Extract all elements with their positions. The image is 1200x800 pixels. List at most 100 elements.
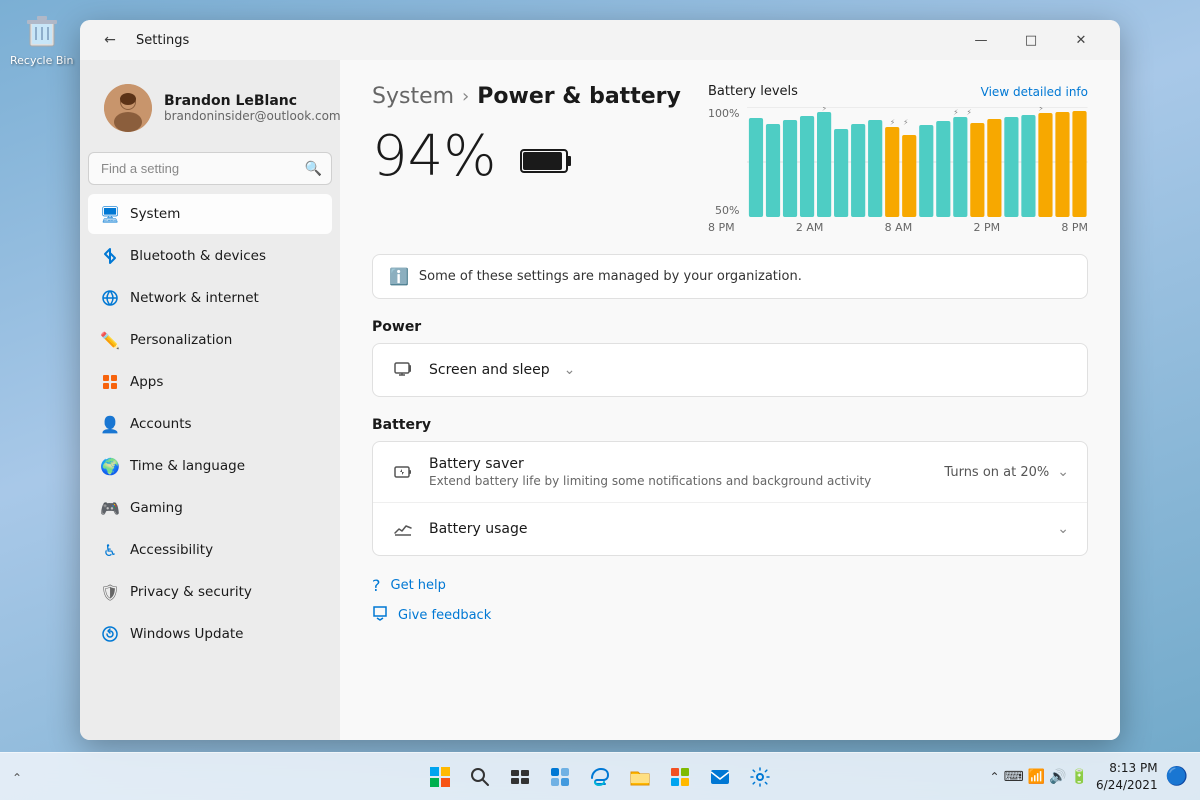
update-icon bbox=[100, 624, 120, 644]
recycle-bin-label: Recycle Bin bbox=[10, 54, 73, 67]
title-bar: ← Settings — □ ✕ bbox=[80, 20, 1120, 60]
user-profile[interactable]: Brandon LeBlanc brandoninsider@outlook.c… bbox=[88, 72, 332, 144]
battery-percent: 94% bbox=[372, 129, 496, 185]
user-email: brandoninsider@outlook.com bbox=[164, 109, 340, 123]
close-button[interactable]: ✕ bbox=[1058, 24, 1104, 56]
minimize-button[interactable]: — bbox=[958, 24, 1004, 56]
sidebar-item-privacy[interactable]: 🛡 Privacy & security bbox=[88, 572, 332, 612]
view-detailed-link[interactable]: View detailed info bbox=[981, 85, 1088, 99]
give-feedback-label: Give feedback bbox=[398, 608, 491, 623]
battery-icon bbox=[520, 143, 572, 184]
battery-saver-icon bbox=[391, 460, 415, 484]
recycle-bin[interactable]: Recycle Bin bbox=[10, 10, 73, 67]
battery-saver-status: Turns on at 20% bbox=[944, 465, 1049, 480]
sidebar-item-label: Gaming bbox=[130, 500, 183, 516]
taskbar-keyboard-icon[interactable]: ⌨ bbox=[1004, 769, 1024, 785]
maximize-button[interactable]: □ bbox=[1008, 24, 1054, 56]
battery-saver-row[interactable]: Battery saver Extend battery life by lim… bbox=[373, 442, 1087, 503]
taskbar-settings-button[interactable] bbox=[744, 761, 776, 793]
avatar bbox=[104, 84, 152, 132]
battery-chart: Battery levels View detailed info 100% 5… bbox=[708, 84, 1088, 234]
personalization-icon: ✏️ bbox=[100, 330, 120, 350]
chart-x-2am: 2 AM bbox=[796, 221, 824, 234]
taskbar-chevron[interactable]: ⌃ bbox=[989, 770, 999, 784]
svg-text:⚡: ⚡ bbox=[822, 107, 827, 113]
sidebar-item-network[interactable]: Network & internet bbox=[88, 278, 332, 318]
get-help-label: Get help bbox=[391, 578, 446, 593]
taskbar-wifi-icon[interactable]: 📶 bbox=[1028, 769, 1045, 785]
taskbar-search-button[interactable] bbox=[464, 761, 496, 793]
taskbar-time[interactable]: 8:13 PM 6/24/2021 bbox=[1096, 760, 1158, 794]
taskbar-task-view-button[interactable] bbox=[504, 761, 536, 793]
taskbar-mail-button[interactable] bbox=[704, 761, 736, 793]
sidebar-item-personalization[interactable]: ✏️ Personalization bbox=[88, 320, 332, 360]
network-icon bbox=[100, 288, 120, 308]
chart-y-50: 50% bbox=[708, 204, 739, 217]
sidebar-item-accessibility[interactable]: ♿ Accessibility bbox=[88, 530, 332, 570]
search-icon: 🔍 bbox=[305, 161, 322, 177]
taskbar-left: ⌃ bbox=[12, 767, 132, 786]
breadcrumb-parent: System bbox=[372, 84, 454, 109]
taskbar-battery-icon[interactable]: 🔋 bbox=[1071, 769, 1088, 785]
screen-sleep-row[interactable]: Screen and sleep ⌄ bbox=[373, 344, 1087, 396]
privacy-icon: 🛡 bbox=[100, 582, 120, 602]
sidebar: Brandon LeBlanc brandoninsider@outlook.c… bbox=[80, 60, 340, 740]
get-help-link[interactable]: ? Get help bbox=[372, 576, 1088, 595]
taskbar-volume-icon[interactable]: 🔊 bbox=[1049, 769, 1066, 785]
screen-sleep-icon bbox=[391, 358, 415, 382]
sidebar-item-apps[interactable]: Apps bbox=[88, 362, 332, 402]
chart-header: Battery levels View detailed info bbox=[708, 84, 1088, 99]
taskbar-center bbox=[424, 761, 776, 793]
sidebar-item-label: Accounts bbox=[130, 416, 192, 432]
sidebar-item-label: Time & language bbox=[130, 458, 245, 474]
search-input[interactable] bbox=[88, 152, 332, 185]
accounts-icon: 👤 bbox=[100, 414, 120, 434]
window-title: Settings bbox=[136, 33, 946, 48]
sidebar-item-label: System bbox=[130, 206, 180, 222]
apps-icon bbox=[100, 372, 120, 392]
sidebar-item-accounts[interactable]: 👤 Accounts bbox=[88, 404, 332, 444]
sidebar-item-windows-update[interactable]: Windows Update bbox=[88, 614, 332, 654]
battery-usage-right: ⌄ bbox=[1057, 521, 1069, 537]
taskbar-sys-icons: ⌃ ⌨ 📶 🔊 🔋 bbox=[989, 769, 1088, 785]
sidebar-item-label: Privacy & security bbox=[130, 584, 252, 600]
settings-window: ← Settings — □ ✕ bbox=[80, 20, 1120, 740]
taskbar-windows-button[interactable] bbox=[424, 761, 456, 793]
give-feedback-icon bbox=[372, 605, 388, 625]
battery-display: 94% bbox=[372, 129, 681, 185]
battery-usage-chevron: ⌄ bbox=[1057, 521, 1069, 537]
sidebar-item-system[interactable]: 🖥 System bbox=[88, 194, 332, 234]
give-feedback-link[interactable]: Give feedback bbox=[372, 605, 1088, 625]
taskbar-notification-icon[interactable]: 🔵 bbox=[1166, 766, 1188, 787]
battery-saver-right: Turns on at 20% ⌄ bbox=[944, 464, 1069, 480]
sidebar-item-label: Personalization bbox=[130, 332, 232, 348]
battery-usage-icon bbox=[391, 517, 415, 541]
show-hidden-icons[interactable]: ⌃ bbox=[12, 771, 22, 785]
sidebar-item-label: Bluetooth & devices bbox=[130, 248, 266, 264]
sidebar-item-label: Windows Update bbox=[130, 626, 243, 642]
chart-x-2pm: 2 PM bbox=[973, 221, 1000, 234]
desktop: Recycle Bin ← Settings — □ ✕ bbox=[0, 0, 1200, 800]
taskbar-store-button[interactable] bbox=[664, 761, 696, 793]
info-banner: ℹ️ Some of these settings are managed by… bbox=[372, 254, 1088, 299]
window-body: Brandon LeBlanc brandoninsider@outlook.c… bbox=[80, 60, 1120, 740]
screen-sleep-chevron: ⌄ bbox=[564, 362, 576, 378]
battery-usage-row[interactable]: Battery usage ⌄ bbox=[373, 503, 1087, 555]
sidebar-item-bluetooth[interactable]: Bluetooth & devices bbox=[88, 236, 332, 276]
main-content: System › Power & battery 94% bbox=[340, 60, 1120, 740]
svg-text:⚡: ⚡ bbox=[904, 118, 909, 127]
taskbar-edge-button[interactable] bbox=[584, 761, 616, 793]
taskbar-widgets-button[interactable] bbox=[544, 761, 576, 793]
sidebar-item-time[interactable]: 🌍 Time & language bbox=[88, 446, 332, 486]
user-info: Brandon LeBlanc brandoninsider@outlook.c… bbox=[164, 93, 340, 123]
window-controls: — □ ✕ bbox=[958, 24, 1104, 56]
power-section-title: Power bbox=[372, 319, 1088, 335]
taskbar-explorer-button[interactable] bbox=[624, 761, 656, 793]
info-icon: ℹ️ bbox=[389, 267, 409, 286]
search-box: 🔍 bbox=[88, 152, 332, 185]
sidebar-item-gaming[interactable]: 🎮 Gaming bbox=[88, 488, 332, 528]
recycle-bin-icon bbox=[22, 10, 62, 50]
back-button[interactable]: ← bbox=[96, 26, 124, 54]
power-section-card: Screen and sleep ⌄ bbox=[372, 343, 1088, 397]
breadcrumb-current: Power & battery bbox=[477, 84, 681, 109]
